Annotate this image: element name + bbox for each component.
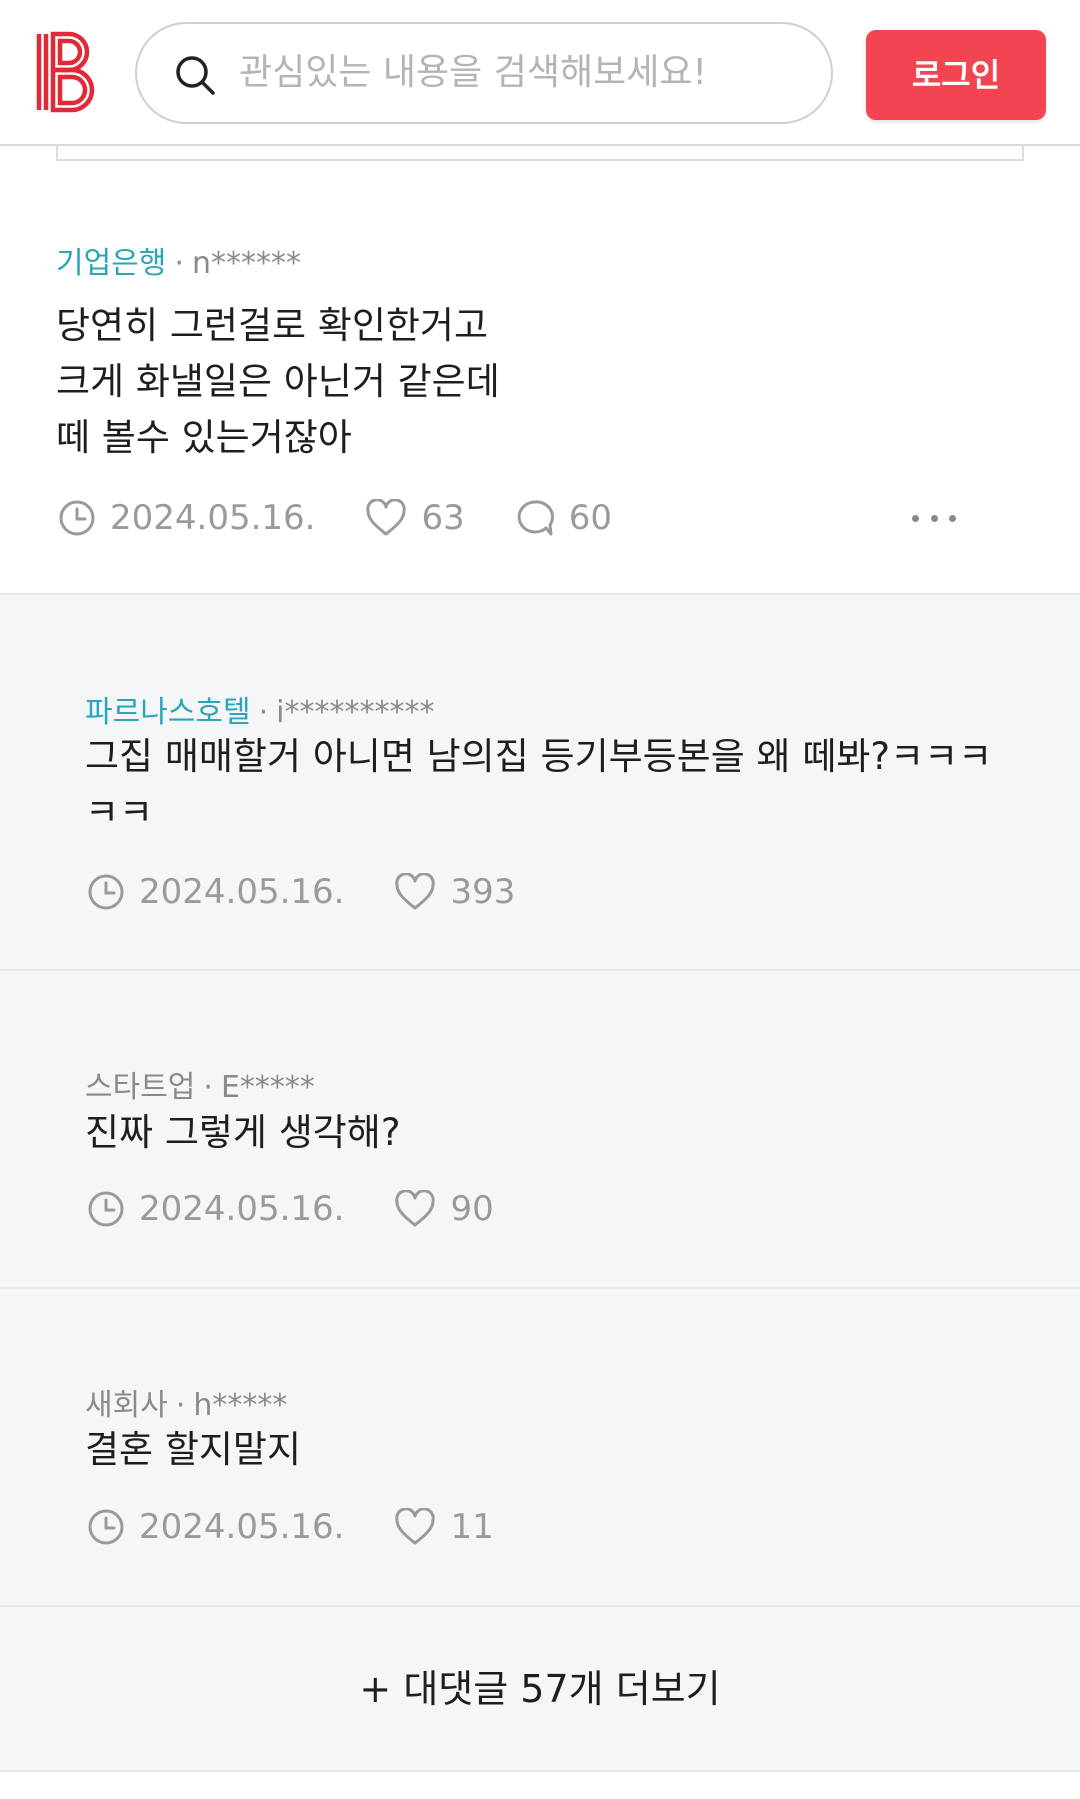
comment-text: 당연히 그런걸로 확인한거고 크게 화낼일은 아닌거 같은데 떼 볼수 있는거잖… [56, 304, 500, 459]
like-button[interactable]: 90 [394, 1189, 494, 1229]
reply-date: 2024.05.16. [87, 872, 344, 912]
comment-actions: 2024.05.16. 63 60 [58, 493, 1022, 543]
search-icon [176, 56, 215, 95]
clock-icon [88, 874, 124, 910]
author-name: h***** [193, 1388, 288, 1423]
reply-text: 그집 매매할거 아니면 남의집 등기부등본을 왜 떼봐?ㅋㅋㅋㅋㅋ [85, 735, 993, 834]
reply-meta: 파르나스호텔 · i********** [85, 693, 435, 733]
comment-bubble-icon [517, 500, 554, 536]
like-count: 63 [421, 498, 465, 538]
clock-icon [59, 500, 95, 536]
clock-icon [88, 1191, 124, 1227]
reply-actions: 2024.05.16. 393 [87, 867, 565, 917]
company-name[interactable]: 스타트업 [85, 1070, 195, 1105]
heart-icon [395, 873, 436, 910]
reply-actions: 2024.05.16. 11 [87, 1502, 544, 1552]
more-dot [949, 514, 956, 522]
more-options-button[interactable] [912, 493, 956, 543]
like-button[interactable]: 63 [365, 498, 465, 538]
previous-card-edge [56, 146, 1024, 161]
heart-icon [395, 1190, 436, 1227]
company-name[interactable]: 새회사 [85, 1388, 168, 1423]
author-name: E***** [220, 1070, 315, 1105]
reply-actions: 2024.05.16. 90 [87, 1184, 544, 1234]
like-button[interactable]: 11 [394, 1507, 494, 1547]
top-header: 관심있는 내용을 검색해보세요! 로그인 [0, 0, 1080, 146]
date-text: 2024.05.16. [139, 1507, 345, 1547]
company-name[interactable]: 기업은행 [56, 246, 166, 281]
search-placeholder: 관심있는 내용을 검색해보세요! [239, 52, 707, 93]
more-dot [930, 514, 938, 522]
reply-button[interactable]: 60 [515, 498, 612, 538]
reply-date: 2024.05.16. [87, 1507, 344, 1547]
like-count: 90 [450, 1189, 494, 1229]
reply-item: 파르나스호텔 · i********** 그집 매매할거 아니면 남의집 등기부등본… [0, 595, 1080, 971]
reply-text: 진짜 그렇게 생각해? [85, 1111, 401, 1154]
author-name: n****** [191, 246, 301, 281]
reply-item: 스타트업 · E***** 진짜 그렇게 생각해? 2024.05.16. 90 [0, 971, 1080, 1289]
company-name[interactable]: 파르나스호텔 [85, 695, 251, 730]
meta-separator: · [174, 246, 184, 281]
reply-count: 60 [568, 498, 613, 538]
like-button[interactable]: 393 [394, 872, 515, 912]
meta-separator: · [175, 1388, 186, 1423]
comment-date: 2024.05.16. [58, 498, 315, 538]
author-name: i********** [276, 695, 435, 730]
date-text: 2024.05.16. [139, 1189, 345, 1229]
blind-logo[interactable] [36, 30, 98, 114]
comment-meta: 기업은행 · n****** [56, 244, 301, 284]
meta-separator: · [258, 695, 269, 730]
reply-text: 결혼 할지말지 [85, 1428, 302, 1471]
meta-separator: · [203, 1070, 213, 1105]
load-more-replies-button[interactable]: + 대댓글 57개 더보기 [0, 1607, 1080, 1772]
more-dots-icon [912, 514, 919, 522]
reply-meta: 새회사 · h***** [85, 1386, 287, 1426]
like-count: 393 [450, 872, 516, 912]
clock-icon [88, 1509, 124, 1545]
comment-item: 기업은행 · n****** 당연히 그런걸로 확인한거고 크게 화낼일은 아닌거 … [0, 161, 1080, 595]
date-text: 2024.05.16. [139, 872, 345, 912]
heart-icon [395, 1508, 436, 1545]
date-text: 2024.05.16. [110, 498, 316, 538]
reply-date: 2024.05.16. [87, 1189, 344, 1229]
reply-meta: 스타트업 · E***** [85, 1068, 315, 1108]
login-button[interactable]: 로그인 [866, 30, 1046, 120]
reply-item: 새회사 · h***** 결혼 할지말지 2024.05.16. 11 [0, 1289, 1080, 1607]
like-count: 11 [450, 1507, 494, 1547]
search-input[interactable]: 관심있는 내용을 검색해보세요! [135, 22, 833, 124]
heart-icon [366, 499, 407, 536]
